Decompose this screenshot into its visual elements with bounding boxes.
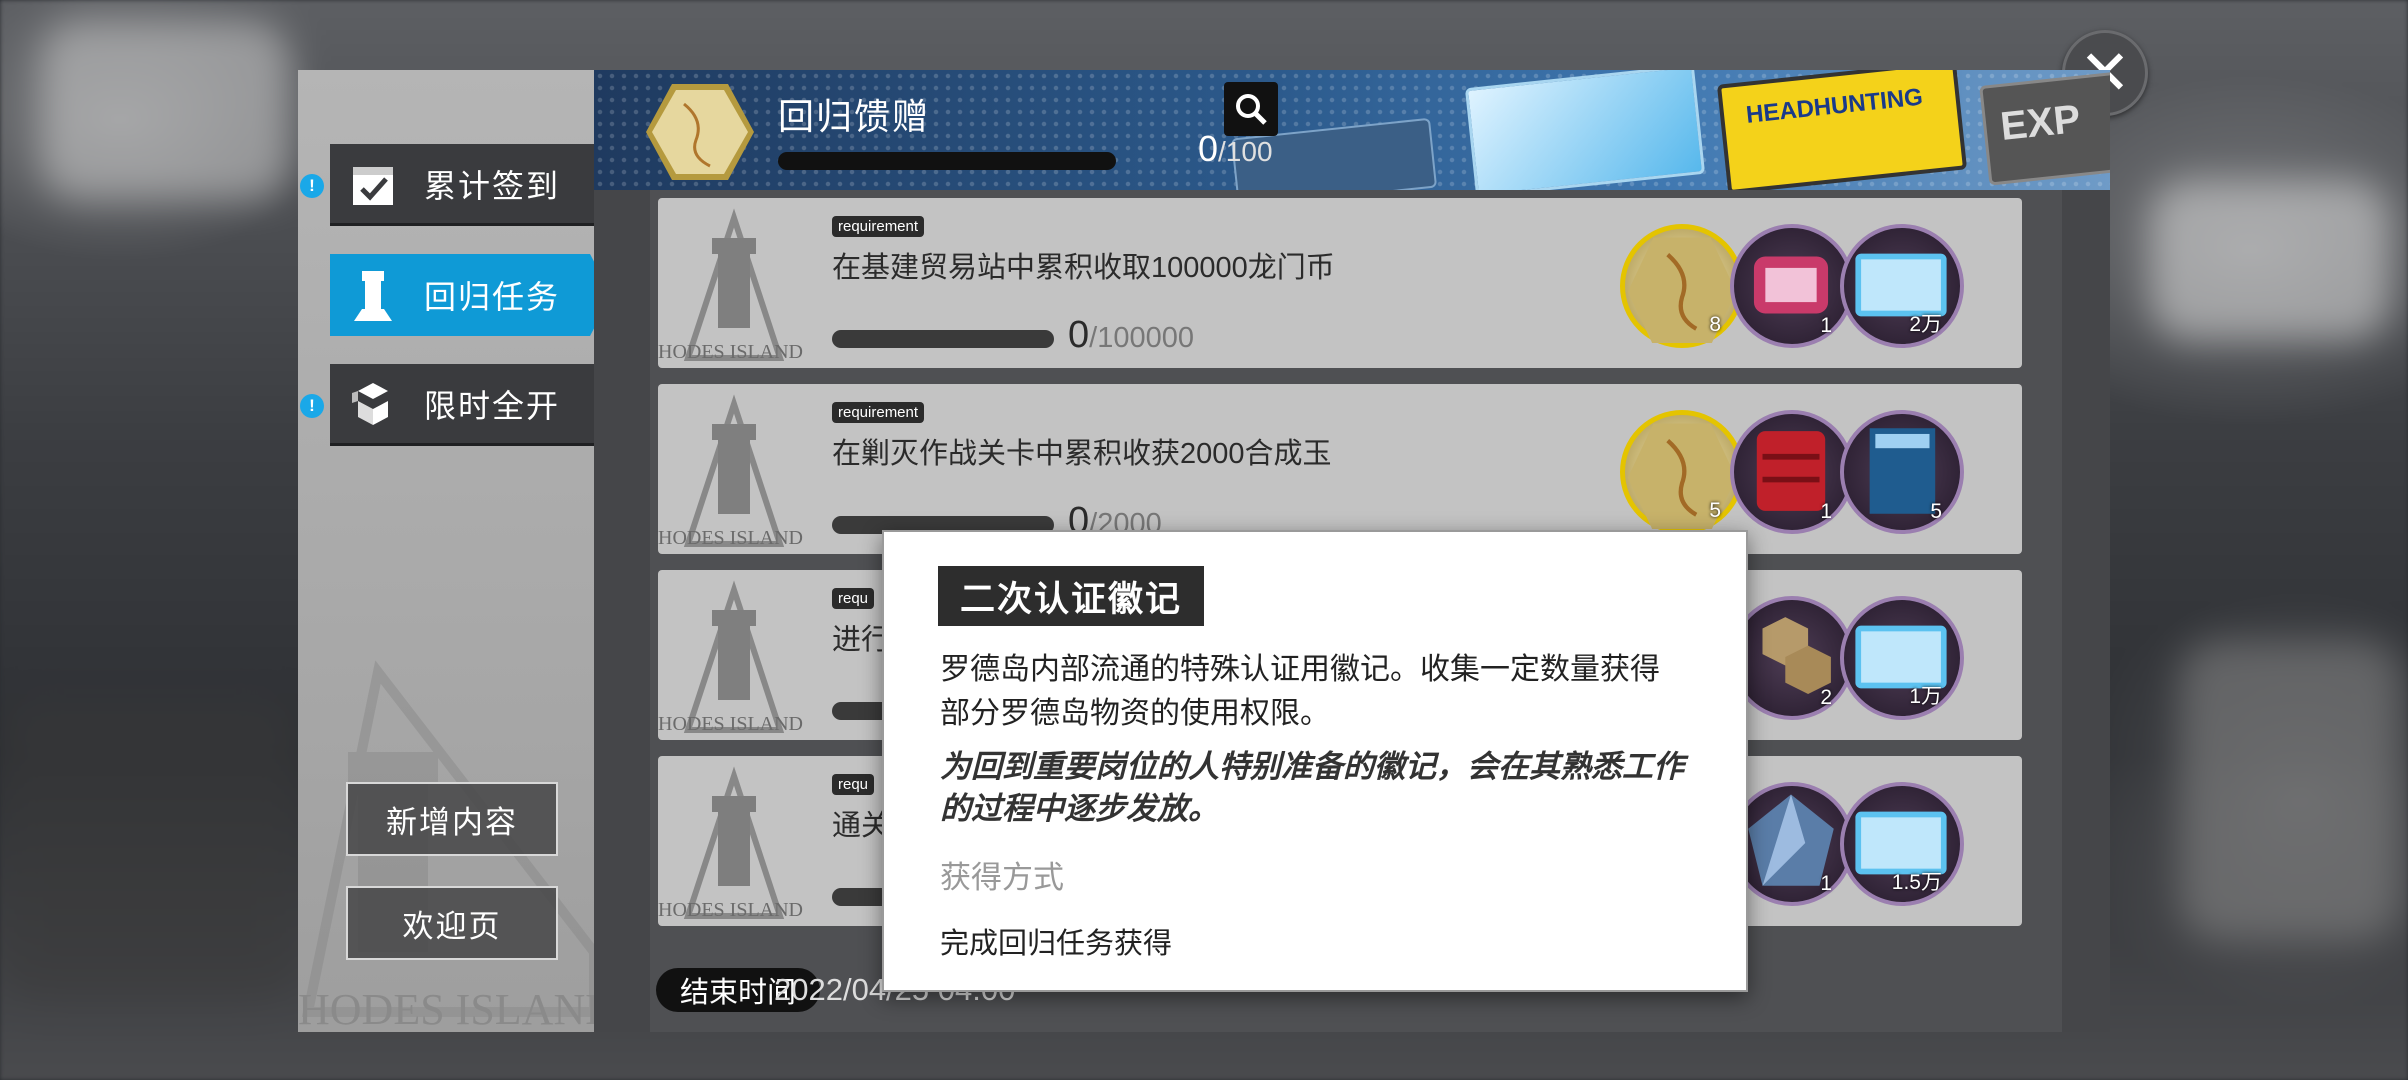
reward-quantity: 1.5万 [1891, 871, 1942, 894]
requirement-tag: requ [832, 774, 875, 795]
task-description: 在基建贸易站中累积收取100000龙门币 [832, 252, 1335, 284]
svg-text:HODES ISLAND: HODES ISLAND [298, 985, 594, 1032]
tooltip-method: 完成回归任务获得 [940, 928, 1173, 960]
reward-item[interactable]: 2万 [1840, 224, 1964, 348]
rhodes-island-emblem: HODES ISLAND [658, 766, 803, 921]
tooltip-description: 罗德岛内部流通的特殊认证用徽记。收集一定数量获得部分罗德岛物资的使用权限。 [940, 653, 1660, 730]
sidebar-item-label: 回归任务 [424, 279, 561, 315]
header-banner: HEADHUNTING EXP 回归馈赠 0/100 [594, 70, 2110, 190]
reward-item[interactable]: 1万 [1840, 596, 1964, 720]
reward-quantity: 1 [1820, 500, 1832, 523]
sidebar: HODES ISLAND ! 累计签到 回归任务 ! 限时全开 新增内容 欢迎页 [298, 70, 594, 1032]
requirement-tag: requirement [832, 402, 925, 423]
task-row[interactable]: HODES ISLAND requirement 在剿灭作战关卡中累积收获200… [658, 384, 2022, 554]
task-progress-count: 0/100000 [1068, 314, 1194, 356]
task-description: 在剿灭作战关卡中累积收获2000合成玉 [832, 438, 1332, 470]
tooltip-flavor-text: 为回到重要岗位的人特别准备的徽记，会在其熟悉工作的过程中逐步发放。 [940, 749, 1684, 826]
reward-item[interactable]: 1 [1730, 410, 1854, 534]
reward-quantity: 8 [1709, 313, 1721, 336]
rhodes-island-emblem: HODES ISLAND [658, 580, 803, 735]
tooltip-title: 二次认证徽记 [938, 566, 1205, 626]
requirement-tag: requ [832, 588, 875, 609]
deco-card-exp: EXP [1979, 70, 2110, 186]
task-progress-bar [832, 330, 1054, 348]
reward-item[interactable]: 8 [1620, 224, 1744, 348]
svg-text:HODES ISLAND: HODES ISLAND [658, 341, 803, 363]
tooltip-method-label: 获得方式 [940, 860, 1064, 895]
alert-icon: ! [300, 174, 324, 198]
welcome-page-button[interactable]: 欢迎页 [346, 886, 558, 960]
sidebar-item-label: 限时全开 [424, 387, 561, 424]
reward-item[interactable]: 5 [1620, 410, 1744, 534]
reward-quantity: 1 [1820, 314, 1832, 337]
sidebar-item-check-in[interactable]: 累计签到 [330, 144, 594, 226]
reward-quantity: 5 [1930, 500, 1942, 523]
reward-quantity: 1 [1820, 872, 1832, 895]
cubes-icon [344, 375, 402, 433]
reward-quantity: 5 [1709, 499, 1721, 522]
sidebar-item-return-tasks[interactable]: 回归任务 [330, 254, 594, 336]
reward-quantity: 2万 [1909, 313, 1942, 336]
badge-icon [1627, 423, 1737, 529]
header-progress-count: 0/100 [1198, 128, 1273, 169]
reward-item[interactable]: 1 [1730, 224, 1854, 348]
search-icon [1236, 94, 1267, 125]
page-title: 回归馈赠 [778, 96, 931, 137]
requirement-tag: requirement [832, 216, 925, 237]
reward-item[interactable]: 1 [1730, 782, 1854, 906]
header-progress-bar [778, 152, 1116, 170]
svg-text:HODES ISLAND: HODES ISLAND [658, 713, 803, 735]
reward-quantity: 1万 [1909, 685, 1942, 708]
sidebar-item-limited-open[interactable]: 限时全开 [330, 364, 594, 446]
reward-quantity: 2 [1820, 686, 1832, 709]
new-content-button[interactable]: 新增内容 [346, 782, 558, 856]
reward-item[interactable]: 5 [1840, 410, 1964, 534]
svg-text:HODES ISLAND: HODES ISLAND [658, 527, 803, 549]
deco-card-headhunting: HEADHUNTING [1716, 70, 1968, 190]
badge-icon [1627, 237, 1737, 343]
reward-item[interactable]: 1.5万 [1840, 782, 1964, 906]
sidebar-item-label: 累计签到 [424, 167, 561, 204]
calendar-check-icon [344, 155, 402, 213]
item-tooltip: 二次认证徽记 罗德岛内部流通的特殊认证用徽记。收集一定数量获得部分罗德岛物资的使… [882, 530, 1748, 992]
alert-icon: ! [300, 394, 324, 418]
deco-card [1464, 70, 1706, 190]
rhodes-island-emblem: HODES ISLAND [658, 394, 803, 549]
task-row[interactable]: HODES ISLAND requirement 在基建贸易站中累积收取1000… [658, 198, 2022, 368]
reward-item[interactable]: 2 [1730, 596, 1854, 720]
svg-text:HODES ISLAND: HODES ISLAND [658, 899, 803, 921]
tower-icon [344, 266, 402, 324]
rhodes-island-emblem: HODES ISLAND [658, 208, 803, 363]
badge-icon [646, 84, 754, 180]
